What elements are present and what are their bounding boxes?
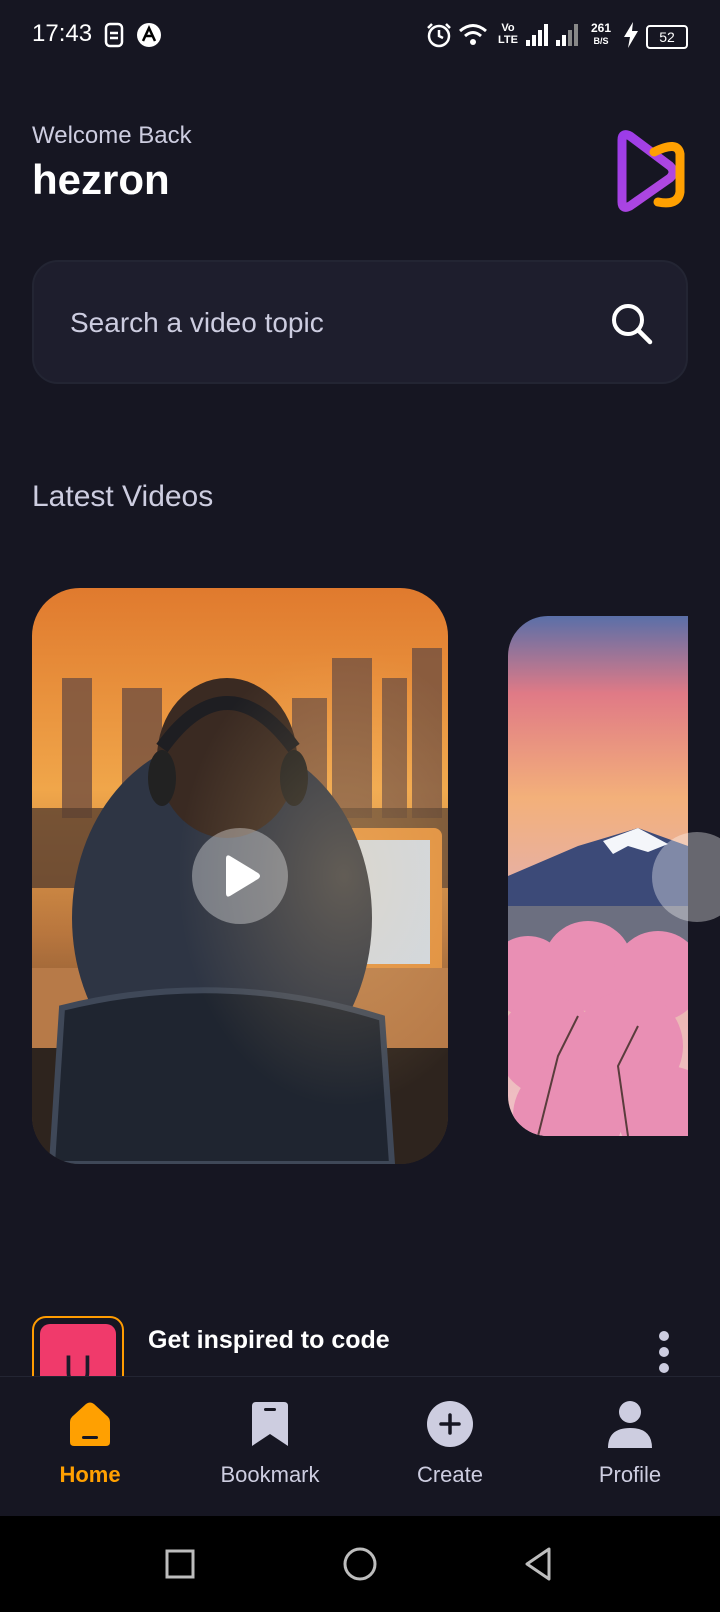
network-speed: 261 B/S bbox=[586, 22, 616, 47]
play-button[interactable] bbox=[192, 828, 288, 924]
tab-home[interactable]: Home bbox=[20, 1400, 160, 1488]
home-icon bbox=[70, 1402, 110, 1446]
tab-create[interactable]: Create bbox=[380, 1400, 520, 1488]
welcome-text: Welcome Back bbox=[32, 122, 192, 149]
status-time: 17:43 bbox=[32, 20, 93, 47]
wifi-icon bbox=[459, 24, 487, 45]
signal-icon bbox=[526, 24, 548, 46]
tab-bookmark[interactable]: Bookmark bbox=[200, 1400, 340, 1488]
battery-icon: 52 bbox=[646, 25, 688, 49]
app-notification-icon bbox=[137, 23, 161, 47]
username: hezron bbox=[32, 156, 170, 203]
signal-icon-2 bbox=[556, 24, 578, 46]
video-title[interactable]: Get inspired to code bbox=[148, 1326, 390, 1355]
home-nav-icon[interactable] bbox=[342, 1546, 378, 1582]
bookmark-icon bbox=[252, 1402, 288, 1446]
tab-label: Profile bbox=[598, 1462, 662, 1487]
section-title: Latest Videos bbox=[32, 480, 214, 513]
play-icon bbox=[226, 855, 260, 897]
app-logo-icon bbox=[617, 130, 685, 212]
sim-icon bbox=[104, 22, 124, 48]
more-options-icon[interactable] bbox=[658, 1330, 670, 1374]
tab-label: Bookmark bbox=[220, 1462, 320, 1487]
alarm-icon bbox=[427, 23, 451, 48]
network-speed-value: 261 bbox=[590, 21, 612, 35]
recent-apps-icon[interactable] bbox=[164, 1548, 196, 1580]
search-bar bbox=[32, 260, 688, 384]
tab-label: Home bbox=[59, 1462, 121, 1487]
tab-profile[interactable]: Profile bbox=[560, 1400, 700, 1488]
back-icon[interactable] bbox=[522, 1546, 554, 1582]
network-speed-unit: B/S bbox=[593, 36, 609, 46]
profile-icon bbox=[608, 1401, 652, 1448]
search-input[interactable] bbox=[68, 300, 592, 346]
search-icon[interactable] bbox=[610, 302, 654, 346]
volte-icon: Vo LTE bbox=[498, 22, 518, 46]
tab-label: Create bbox=[416, 1462, 484, 1487]
charging-icon bbox=[624, 22, 638, 48]
plus-circle-icon bbox=[427, 1401, 473, 1447]
